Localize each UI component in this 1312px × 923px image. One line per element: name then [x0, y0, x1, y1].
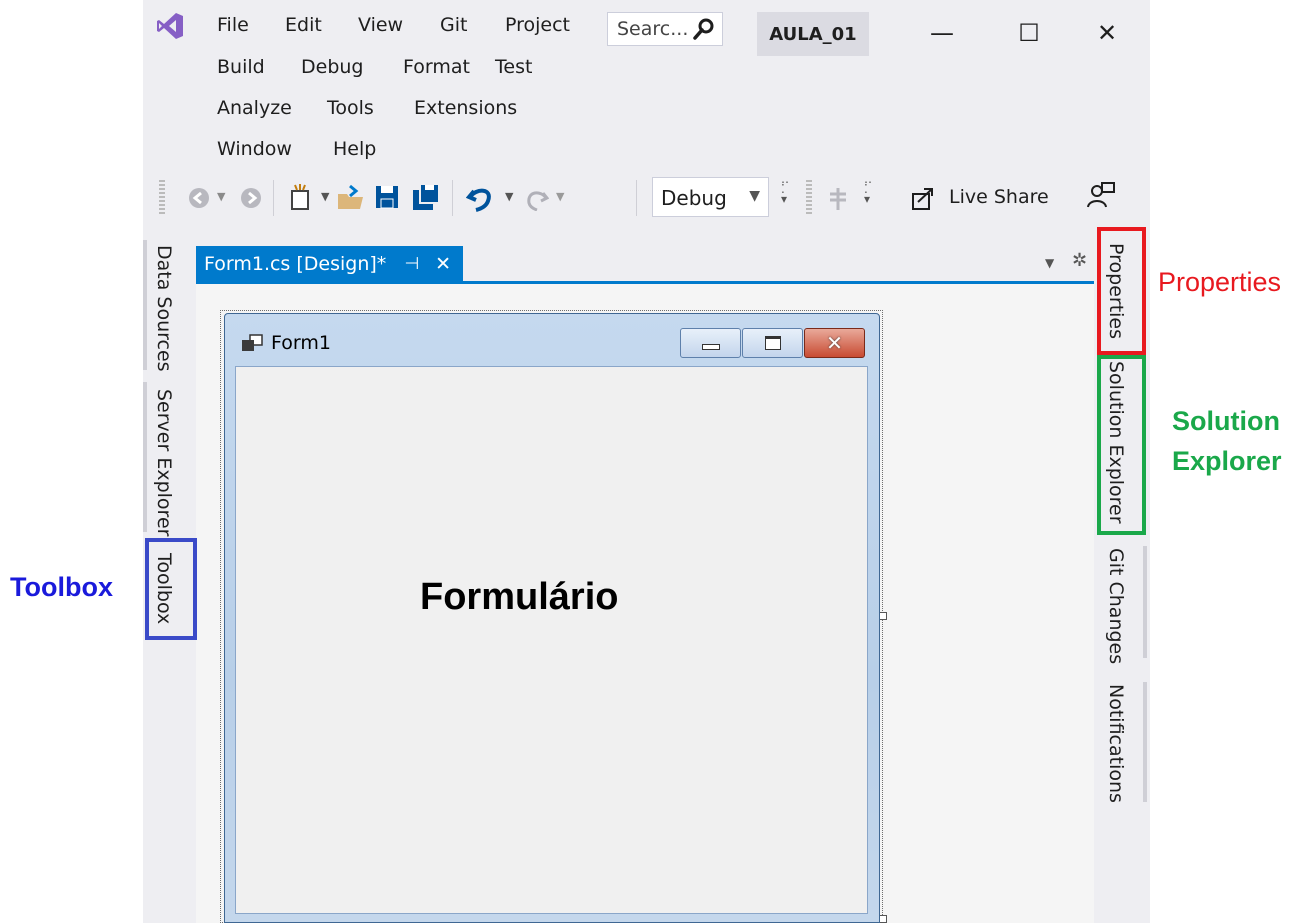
new-project-icon[interactable] [286, 182, 316, 212]
menu-analyze[interactable]: Analyze [217, 97, 292, 119]
redo-icon[interactable] [523, 185, 549, 211]
undo-icon[interactable] [466, 183, 496, 213]
back-dropdown-icon[interactable]: ▼ [217, 190, 225, 203]
left-tab-strip [143, 382, 147, 532]
resize-handle-right[interactable] [879, 612, 887, 620]
feedback-icon[interactable] [1086, 180, 1116, 210]
menu-extensions[interactable]: Extensions [414, 97, 517, 119]
redo-dropdown-icon[interactable]: ▼ [556, 190, 564, 203]
tab-dropdown-icon[interactable]: ▼ [1045, 256, 1054, 270]
form-icon [242, 334, 263, 351]
pin-icon[interactable]: ⊣ [404, 254, 419, 274]
menu-debug[interactable]: Debug [301, 56, 363, 78]
close-icon: ✕ [826, 331, 843, 355]
form-maximize-button[interactable] [742, 328, 803, 358]
toolbox-highlight-box [145, 538, 197, 640]
menu-project[interactable]: Project [505, 14, 570, 36]
annotation-properties: Properties [1158, 267, 1282, 297]
close-icon: ✕ [1096, 19, 1118, 47]
save-icon[interactable] [374, 184, 400, 210]
form-title: Form1 [271, 332, 331, 354]
breakpoint-icon[interactable] [826, 186, 850, 212]
menu-test[interactable]: Test [495, 56, 532, 78]
tab-data-sources[interactable]: Data Sources [153, 245, 175, 372]
menu-git[interactable]: Git [440, 14, 467, 36]
solution-configuration-select[interactable]: Debug ▼ [652, 177, 769, 217]
properties-highlight-box [1097, 227, 1146, 355]
close-tab-icon[interactable]: ✕ [435, 253, 451, 275]
annotation-toolbox: Toolbox [10, 572, 113, 602]
minimize-button[interactable]: — [922, 16, 962, 50]
minimize-icon: — [930, 19, 954, 47]
project-name-badge[interactable]: AULA_01 [757, 12, 869, 56]
menu-edit[interactable]: Edit [285, 14, 322, 36]
form-close-button[interactable]: ✕ [804, 328, 865, 358]
gear-icon[interactable]: ✲ [1072, 250, 1087, 271]
toolbar-overflow-icon-2[interactable]: ‥ ⁚ ▾ [864, 173, 872, 205]
form-title-bar: Form1 [241, 332, 331, 354]
menu-help[interactable]: Help [333, 138, 376, 160]
undo-dropdown-icon[interactable]: ▼ [505, 190, 513, 203]
form-client-area[interactable] [235, 366, 868, 914]
left-tab-strip [143, 240, 147, 370]
tab-notifications[interactable]: Notifications [1105, 684, 1127, 803]
menu-build[interactable]: Build [217, 56, 265, 78]
right-tab-strip [1143, 682, 1147, 802]
open-file-icon[interactable] [336, 182, 366, 212]
search-placeholder: Searc... [617, 18, 689, 40]
menu-tools[interactable]: Tools [327, 97, 374, 119]
toolbar-overflow-icon[interactable]: ‥ ⁚ ▾ [781, 173, 789, 205]
search-box[interactable]: Searc... [607, 12, 723, 46]
tab-server-explorer[interactable]: Server Explorer [153, 389, 175, 536]
editor-tab-label: Form1.cs [Design]* [204, 252, 387, 275]
close-window-button[interactable]: ✕ [1087, 16, 1127, 50]
toolbar-separator [452, 180, 453, 216]
configuration-value: Debug [661, 186, 727, 210]
toolbar-grip[interactable] [159, 180, 165, 214]
solution-explorer-highlight-box [1097, 355, 1146, 535]
tab-form1-design[interactable]: Form1.cs [Design]* ⊣ ✕ [196, 246, 463, 281]
new-dropdown-icon[interactable]: ▼ [321, 190, 329, 203]
right-tab-strip [1143, 546, 1147, 658]
search-icon [693, 18, 714, 40]
maximize-button[interactable]: ☐ [1009, 16, 1049, 50]
visual-studio-logo-icon [157, 13, 183, 39]
live-share-button[interactable]: Live Share [949, 186, 1049, 208]
annotation-solution-explorer: Solution Explorer [1172, 401, 1282, 481]
live-share-icon [912, 188, 933, 210]
save-all-icon[interactable] [411, 182, 441, 212]
maximize-icon [764, 336, 781, 350]
minimize-icon [701, 344, 720, 350]
resize-handle-corner[interactable] [879, 915, 887, 923]
maximize-icon: ☐ [1018, 19, 1040, 47]
back-icon[interactable] [187, 186, 211, 210]
toolbar-separator [273, 180, 274, 216]
chevron-down-icon: ▼ [749, 188, 760, 204]
menu-format[interactable]: Format [403, 56, 470, 78]
menu-file[interactable]: File [217, 14, 249, 36]
annotation-form-label: Formulário [420, 576, 619, 618]
menu-window[interactable]: Window [217, 138, 292, 160]
annotation-solution-line2: Explorer [1172, 446, 1282, 476]
menu-view[interactable]: View [358, 14, 403, 36]
form-minimize-button[interactable] [680, 328, 741, 358]
toolbar-grip[interactable] [806, 180, 812, 214]
forward-icon[interactable] [239, 186, 263, 210]
toolbar-separator [636, 180, 637, 216]
annotation-solution-line1: Solution [1172, 406, 1280, 436]
tab-git-changes[interactable]: Git Changes [1105, 548, 1127, 664]
